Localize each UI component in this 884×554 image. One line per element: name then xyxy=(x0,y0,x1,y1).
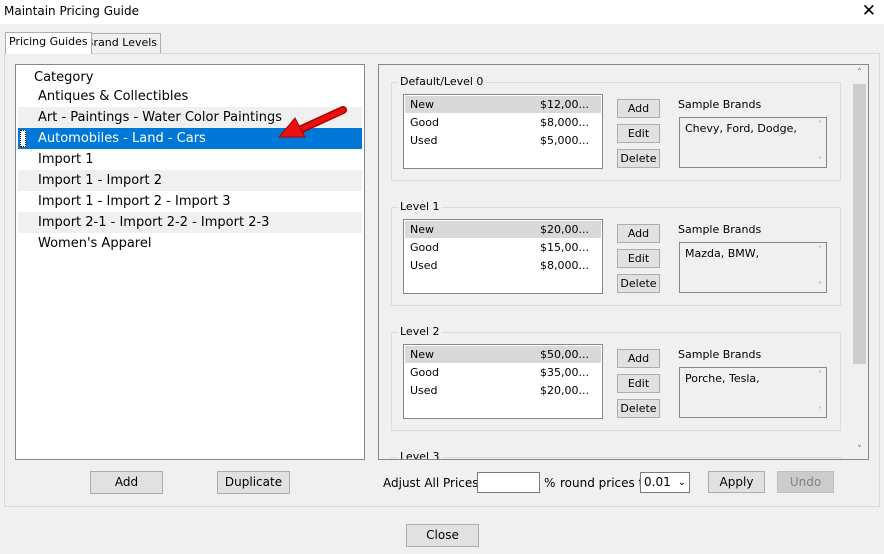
delete-price-button[interactable]: Delete xyxy=(617,149,660,168)
level-group: Level 2 New $50,00... Good $35,00... Used $… xyxy=(391,325,841,431)
round-precision-select[interactable]: 0.01 ⌄ xyxy=(640,472,690,493)
scroll-down-icon[interactable]: ˅ xyxy=(851,442,868,459)
price-row[interactable]: New $50,00... xyxy=(405,346,601,363)
category-item[interactable]: Import 1 - Import 2 - Import 3 xyxy=(18,191,362,212)
sample-brands-label: Sample Brands xyxy=(678,223,762,236)
price-list[interactable]: New $12,00... Good $8,000... Used $5,000... xyxy=(403,94,603,169)
round-precision-value: 0.01 xyxy=(644,475,671,489)
chevron-up-icon[interactable]: ˄ xyxy=(818,245,822,254)
levels-panel[interactable]: Default/Level 0 New $12,00... Good $8,000.… xyxy=(378,64,869,460)
price-row[interactable]: New $12,00... xyxy=(405,96,601,113)
window-title: Maintain Pricing Guide xyxy=(4,4,139,18)
category-header: Category xyxy=(34,70,94,85)
category-item[interactable]: Import 2-1 - Import 2-2 - Import 2-3 xyxy=(18,212,362,233)
adjust-percent-input[interactable] xyxy=(477,472,540,493)
chevron-down-icon: ⌄ xyxy=(677,477,686,488)
edit-price-button[interactable]: Edit xyxy=(617,374,660,393)
sample-brands-text: Chevy, Ford, Dodge, xyxy=(685,122,797,135)
close-button[interactable]: Close xyxy=(406,524,479,547)
sample-brands-text: Mazda, BMW, xyxy=(685,247,760,260)
title-bar: Maintain Pricing Guide ✕ xyxy=(0,0,884,24)
category-item[interactable]: Import 1 xyxy=(18,149,362,170)
sample-brands-text: Porche, Tesla, xyxy=(685,372,760,385)
price-row[interactable]: Used $8,000... xyxy=(405,257,601,274)
apply-button[interactable]: Apply xyxy=(708,471,765,493)
delete-price-button[interactable]: Delete xyxy=(617,399,660,418)
price-list[interactable]: New $50,00... Good $35,00... Used $20,00... xyxy=(403,344,603,419)
price-row[interactable]: Good $35,00... xyxy=(405,364,601,381)
duplicate-button[interactable]: Duplicate xyxy=(217,471,290,494)
sample-brands-box[interactable]: Mazda, BMW, ˄ ˅ xyxy=(679,242,827,293)
category-item[interactable]: Women's Apparel xyxy=(18,233,362,254)
level-label: Level 2 xyxy=(398,325,442,338)
category-item-label: Automobiles - Land - Cars xyxy=(38,131,206,146)
undo-button[interactable]: Undo xyxy=(777,471,834,493)
sample-brands-box[interactable]: Porche, Tesla, ˄ ˅ xyxy=(679,367,827,418)
sample-brands-label: Sample Brands xyxy=(678,348,762,361)
chevron-up-icon[interactable]: ˄ xyxy=(818,120,822,129)
level-label: Default/Level 0 xyxy=(398,75,486,88)
level-group: Default/Level 0 New $12,00... Good $8,000.… xyxy=(391,75,841,181)
price-row[interactable]: New $20,00... xyxy=(405,221,601,238)
level-group: Level 3 xyxy=(391,450,841,459)
price-row[interactable]: Good $8,000... xyxy=(405,114,601,131)
add-category-button[interactable]: Add xyxy=(90,471,163,494)
edit-price-button[interactable]: Edit xyxy=(617,249,660,268)
add-price-button[interactable]: Add xyxy=(617,349,660,368)
chevron-up-icon[interactable]: ˄ xyxy=(818,370,822,379)
vertical-scrollbar[interactable]: ˄ ˅ xyxy=(851,65,868,459)
delete-price-button[interactable]: Delete xyxy=(617,274,660,293)
chevron-down-icon[interactable]: ˅ xyxy=(818,156,822,165)
price-row[interactable]: Used $5,000... xyxy=(405,132,601,149)
category-item[interactable]: Import 1 - Import 2 xyxy=(18,170,362,191)
percent-label: % xyxy=(544,476,556,490)
sample-brands-label: Sample Brands xyxy=(678,98,762,111)
price-row[interactable]: Good $15,00... xyxy=(405,239,601,256)
add-price-button[interactable]: Add xyxy=(617,224,660,243)
scroll-up-icon[interactable]: ˄ xyxy=(851,65,868,82)
level-label: Level 3 xyxy=(398,450,442,459)
tab-brand-levels[interactable]: Brand Levels xyxy=(82,33,162,53)
scrollbar-thumb[interactable] xyxy=(853,84,866,364)
level-group: Level 1 New $20,00... Good $15,00... Used $… xyxy=(391,200,841,306)
focus-indicator xyxy=(20,130,26,147)
edit-price-button[interactable]: Edit xyxy=(617,124,660,143)
chevron-down-icon[interactable]: ˅ xyxy=(818,281,822,290)
round-prices-label: round prices to xyxy=(560,476,651,490)
level-label: Level 1 xyxy=(398,200,442,213)
add-price-button[interactable]: Add xyxy=(617,99,660,118)
window-close-icon[interactable]: ✕ xyxy=(862,1,876,21)
price-row[interactable]: Used $20,00... xyxy=(405,382,601,399)
sample-brands-box[interactable]: Chevy, Ford, Dodge, ˄ ˅ xyxy=(679,117,827,168)
chevron-down-icon[interactable]: ˅ xyxy=(818,406,822,415)
annotation-arrow-icon xyxy=(277,106,347,138)
tab-pricing-guides[interactable]: Pricing Guides xyxy=(5,32,92,54)
price-list[interactable]: New $20,00... Good $15,00... Used $8,000... xyxy=(403,219,603,294)
